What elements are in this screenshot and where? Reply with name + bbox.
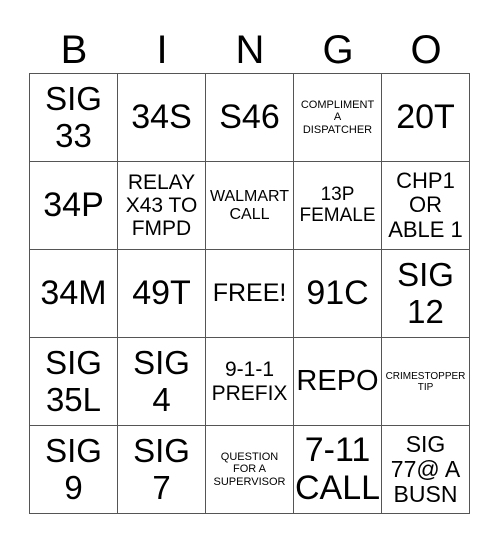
bingo-cell[interactable]: 34M xyxy=(30,250,118,338)
bingo-cell[interactable]: SIG 7 xyxy=(118,426,206,514)
bingo-cell[interactable]: SIG 12 xyxy=(382,250,470,338)
bingo-cell[interactable]: 13P FEMALE xyxy=(294,162,382,250)
bingo-cell[interactable]: CHP1 OR ABLE 1 xyxy=(382,162,470,250)
header-letter-b: B xyxy=(60,28,88,72)
bingo-grid: SIG 33 34S S46 COMPLIMENT A DISPATCHER 2… xyxy=(29,73,470,514)
bingo-cell[interactable]: SIG 4 xyxy=(118,338,206,426)
bingo-cell[interactable]: QUESTION FOR A SUPERVISOR xyxy=(206,426,294,514)
header-letter-g: G xyxy=(322,28,354,72)
bingo-cell[interactable]: 9-1-1 PREFIX xyxy=(206,338,294,426)
bingo-cell[interactable]: RELAY X43 TO FMPD xyxy=(118,162,206,250)
bingo-cell[interactable]: COMPLIMENT A DISPATCHER xyxy=(294,74,382,162)
free-space[interactable]: FREE! xyxy=(206,250,294,338)
bingo-cell[interactable]: SIG 9 xyxy=(30,426,118,514)
bingo-cell[interactable]: SIG 33 xyxy=(30,74,118,162)
bingo-cell[interactable]: SIG 35L xyxy=(30,338,118,426)
bingo-cell[interactable]: 34S xyxy=(118,74,206,162)
header-letter-o: O xyxy=(410,28,442,72)
bingo-cell[interactable]: REPO xyxy=(294,338,382,426)
bingo-cell[interactable]: 20T xyxy=(382,74,470,162)
bingo-cell[interactable]: CRIMESTOPPER TIP xyxy=(382,338,470,426)
bingo-cell[interactable]: WALMART CALL xyxy=(206,162,294,250)
header-letter-i: I xyxy=(156,28,168,72)
bingo-cell[interactable]: 49T xyxy=(118,250,206,338)
bingo-header: B I N G O xyxy=(30,28,470,72)
bingo-cell[interactable]: SIG 77@ A BUSN xyxy=(382,426,470,514)
bingo-cell[interactable]: S46 xyxy=(206,74,294,162)
bingo-cell[interactable]: 7-11 CALL xyxy=(294,426,382,514)
header-letter-n: N xyxy=(235,28,265,72)
bingo-cell[interactable]: 34P xyxy=(30,162,118,250)
bingo-cell[interactable]: 91C xyxy=(294,250,382,338)
